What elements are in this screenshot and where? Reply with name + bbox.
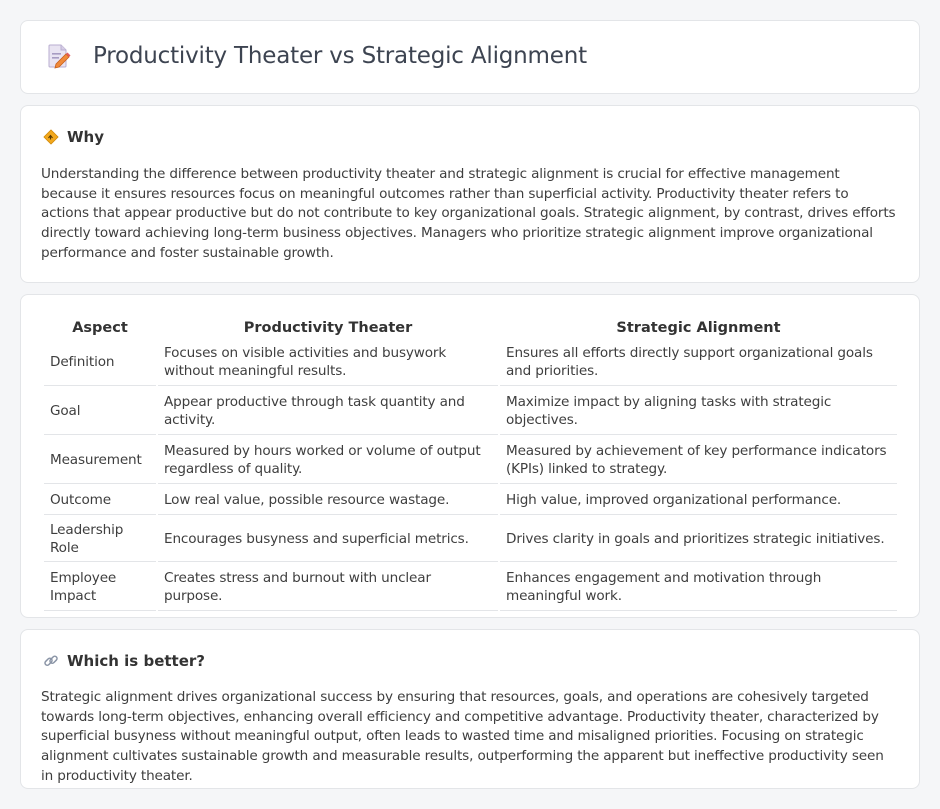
why-section: Why Understanding the difference between… <box>20 105 920 283</box>
cell-productivity-theater: Encourages busyness and superficial metr… <box>158 517 498 562</box>
better-paragraph: Strategic alignment drives organizationa… <box>41 689 884 784</box>
table-row: Measurement Measured by hours worked or … <box>44 437 897 484</box>
cell-productivity-theater: Low real value, possible resource wastag… <box>158 486 498 515</box>
cell-productivity-theater: Measured by hours worked or volume of ou… <box>158 437 498 484</box>
link-icon <box>43 653 59 669</box>
column-header-aspect: Aspect <box>72 320 128 336</box>
cell-strategic-alignment: Ensures all efforts directly support org… <box>500 339 897 386</box>
cell-strategic-alignment: Enhances engagement and motivation throu… <box>500 564 897 611</box>
comparison-section: Aspect Productivity Theater Strategic Al… <box>20 294 920 618</box>
cell-aspect: Outcome <box>44 486 156 515</box>
page-header: Productivity Theater vs Strategic Alignm… <box>47 43 587 69</box>
cell-strategic-alignment: Drives clarity in goals and prioritizes … <box>500 517 897 562</box>
better-heading: Which is better? <box>67 652 205 670</box>
table-row: Outcome Low real value, possible resourc… <box>44 486 897 515</box>
table-row: Goal Appear productive through task quan… <box>44 388 897 435</box>
cell-productivity-theater: Creates stress and burnout with unclear … <box>158 564 498 611</box>
cell-strategic-alignment: High value, improved organizational perf… <box>500 486 897 515</box>
document-edit-icon <box>47 43 71 69</box>
table-header-row: Aspect Productivity Theater Strategic Al… <box>44 317 897 337</box>
diamond-sign-icon <box>43 129 59 145</box>
cell-aspect: Measurement <box>44 437 156 484</box>
table-row: Definition Focuses on visible activities… <box>44 339 897 386</box>
cell-aspect: Goal <box>44 388 156 435</box>
comparison-table: Aspect Productivity Theater Strategic Al… <box>42 315 899 613</box>
table-row: Employee Impact Creates stress and burno… <box>44 564 897 611</box>
cell-strategic-alignment: Measured by achievement of key performan… <box>500 437 897 484</box>
header-card: Productivity Theater vs Strategic Alignm… <box>20 20 920 94</box>
page-title: Productivity Theater vs Strategic Alignm… <box>93 43 587 69</box>
cell-strategic-alignment: Maximize impact by aligning tasks with s… <box>500 388 897 435</box>
which-is-better-section: Which is better? Strategic alignment dri… <box>20 629 920 789</box>
cell-aspect: Leadership Role <box>44 517 156 562</box>
cell-productivity-theater: Appear productive through task quantity … <box>158 388 498 435</box>
cell-aspect: Definition <box>44 339 156 386</box>
column-header-strategic-alignment: Strategic Alignment <box>616 320 781 336</box>
why-heading: Why <box>67 128 105 146</box>
cell-productivity-theater: Focuses on visible activities and busywo… <box>158 339 498 386</box>
column-header-productivity-theater: Productivity Theater <box>243 320 413 336</box>
table-row: Leadership Role Encourages busyness and … <box>44 517 897 562</box>
better-heading-row: Which is better? <box>43 652 205 670</box>
why-paragraph: Understanding the difference between pro… <box>41 166 896 261</box>
why-heading-row: Why <box>43 128 104 146</box>
cell-aspect: Employee Impact <box>44 564 156 611</box>
